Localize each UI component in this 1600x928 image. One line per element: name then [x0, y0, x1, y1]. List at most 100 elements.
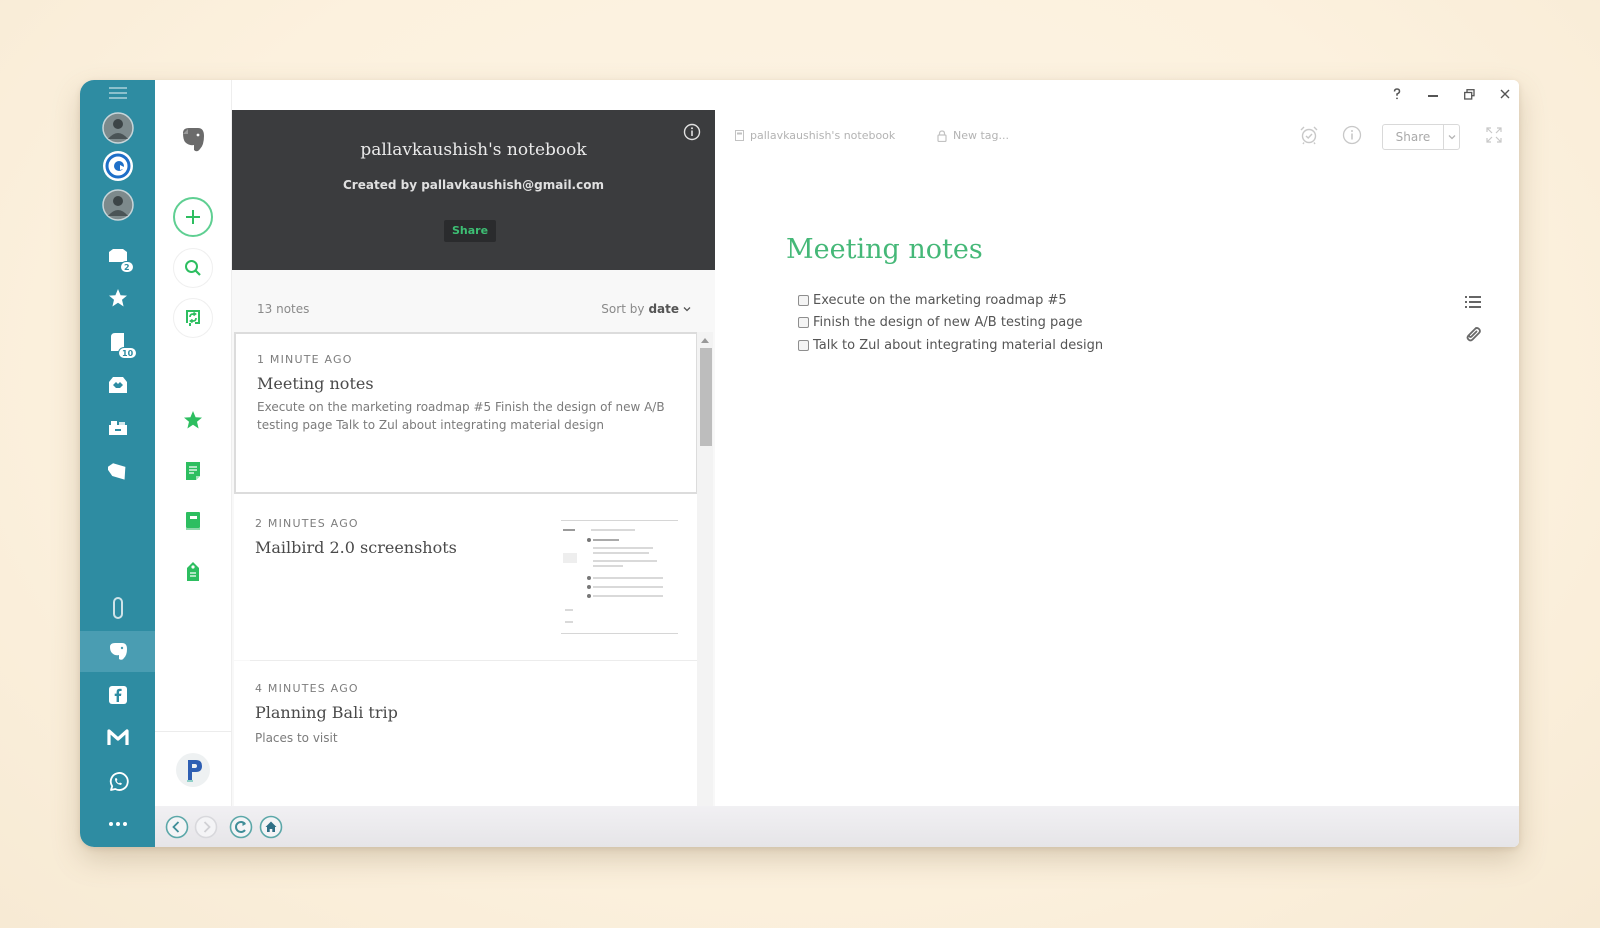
- refresh-icon: [229, 815, 253, 839]
- accounts-sidebar: 2 10: [80, 80, 155, 847]
- sidebar-mailbird-logo[interactable]: [80, 148, 155, 184]
- checkbox[interactable]: [798, 340, 809, 351]
- notes-button[interactable]: [173, 451, 213, 491]
- scroll-up-arrow[interactable]: [701, 338, 709, 343]
- note-time: 1 minute ago: [257, 353, 353, 366]
- sidebar-menu-button[interactable]: [80, 80, 155, 111]
- checklist-item[interactable]: Finish the design of new A/B testing pag…: [798, 315, 1083, 330]
- notebooks-button[interactable]: [173, 501, 213, 541]
- note-time: 2 minutes ago: [255, 517, 359, 530]
- note-list-header: 13 notes Sort by date: [232, 270, 715, 332]
- note-info-button[interactable]: [1342, 125, 1362, 145]
- unread-badge: 2: [120, 261, 134, 273]
- sidebar-item-starred[interactable]: [80, 280, 155, 316]
- more-dots-icon: [108, 822, 127, 826]
- new-tag-input[interactable]: New tag...: [937, 129, 1009, 142]
- sort-dropdown[interactable]: Sort by date: [601, 302, 691, 316]
- attach-file-button[interactable]: [1464, 325, 1482, 343]
- browser-nav-toolbar: [155, 806, 1519, 847]
- notes-icon: [186, 462, 200, 480]
- notes-count: 13 notes: [257, 302, 310, 316]
- chevron-down-icon: [683, 307, 691, 312]
- note-list-scrollbar[interactable]: [697, 332, 713, 806]
- minimize-button[interactable]: [1425, 86, 1441, 102]
- share-options-dropdown[interactable]: [1444, 125, 1459, 149]
- hamburger-icon: [108, 87, 127, 99]
- paperclip-icon: [1466, 327, 1481, 342]
- sidebar-account-1[interactable]: [80, 110, 155, 146]
- sidebar-item-attachments[interactable]: [80, 590, 155, 626]
- reminder-button[interactable]: [1299, 125, 1319, 145]
- notebook-created-by: Created by pallavkaushish@gmail.com: [343, 178, 604, 192]
- notebook-icon: [735, 130, 744, 141]
- archive-icon: [108, 421, 127, 435]
- close-icon: [1500, 89, 1510, 99]
- close-button[interactable]: [1497, 86, 1513, 102]
- help-button[interactable]: [1389, 86, 1405, 102]
- note-title: Planning Bali trip: [255, 703, 398, 722]
- evernote-home-button[interactable]: [173, 120, 213, 160]
- note-list-item[interactable]: 2 minutes ago Mailbird 2.0 screenshots: [234, 494, 698, 660]
- sidebar-item-gmail[interactable]: [80, 720, 155, 756]
- sidebar-more-button[interactable]: [80, 806, 155, 842]
- checkbox[interactable]: [798, 295, 809, 306]
- list-icon: [1465, 296, 1481, 308]
- search-button[interactable]: [173, 248, 213, 288]
- home-icon: [259, 815, 283, 839]
- format-list-button[interactable]: [1464, 293, 1482, 311]
- note-title: Meeting notes: [257, 374, 374, 393]
- sidebar-item-evernote[interactable]: [80, 631, 155, 672]
- inbox-tray-icon: [108, 377, 127, 393]
- note-thumbnail: [561, 520, 678, 634]
- notebook-icon: [186, 512, 200, 530]
- sidebar-item-whatsapp[interactable]: [80, 764, 155, 800]
- sidebar-item-tags[interactable]: [80, 454, 155, 490]
- star-icon: [184, 411, 202, 429]
- home-button[interactable]: [259, 815, 283, 839]
- sync-button[interactable]: [173, 298, 213, 338]
- note-title-field[interactable]: Meeting notes: [786, 234, 983, 265]
- info-icon: [683, 123, 701, 141]
- note-share-button[interactable]: Share: [1382, 124, 1460, 150]
- note-title: Mailbird 2.0 screenshots: [255, 538, 457, 557]
- plus-icon: [186, 210, 200, 224]
- sidebar-account-2[interactable]: [80, 187, 155, 223]
- sidebar-item-drafts[interactable]: 10: [80, 325, 155, 361]
- note-list-item[interactable]: 1 minute ago Meeting notes Execute on th…: [234, 332, 698, 494]
- note-list-item[interactable]: 4 minutes ago Planning Bali trip Places …: [234, 661, 698, 806]
- sidebar-item-facebook[interactable]: [80, 677, 155, 713]
- avatar: [101, 189, 134, 221]
- account-avatar[interactable]: [173, 750, 213, 790]
- mailbird-logo-icon: [102, 151, 133, 181]
- evernote-nav-column: [155, 80, 232, 806]
- note-preview: Execute on the marketing roadmap #5 Fini…: [257, 400, 665, 432]
- breadcrumb-notebook-name: pallavkaushish's notebook: [750, 129, 896, 142]
- restore-icon: [1463, 88, 1475, 100]
- gmail-icon: [106, 729, 129, 745]
- checkbox[interactable]: [798, 317, 809, 328]
- alarm-clock-icon: [1300, 126, 1318, 145]
- new-note-button[interactable]: [173, 197, 213, 237]
- refresh-button[interactable]: [229, 815, 253, 839]
- checklist-item[interactable]: Execute on the marketing roadmap #5: [798, 293, 1067, 308]
- notebook-share-button[interactable]: Share: [444, 220, 496, 242]
- shortcuts-button[interactable]: [173, 400, 213, 440]
- notebook-title: pallavkaushish's notebook: [360, 140, 587, 160]
- sidebar-item-inbox-tray[interactable]: [80, 367, 155, 403]
- facebook-icon: [108, 686, 127, 704]
- minimize-icon: [1428, 95, 1438, 97]
- drafts-badge: 10: [118, 347, 138, 359]
- nav-divider: [155, 731, 232, 732]
- checklist-item[interactable]: Talk to Zul about integrating material d…: [798, 338, 1103, 353]
- sync-icon: [186, 310, 200, 326]
- expand-editor-button[interactable]: [1484, 125, 1504, 145]
- scrollbar-thumb[interactable]: [700, 348, 712, 446]
- checklist-text: Finish the design of new A/B testing pag…: [813, 315, 1083, 330]
- tags-button[interactable]: [173, 552, 213, 592]
- sidebar-item-unified-inbox[interactable]: 2: [80, 239, 155, 275]
- forward-button[interactable]: [194, 815, 218, 839]
- back-button[interactable]: [165, 815, 189, 839]
- sidebar-item-archive[interactable]: [80, 410, 155, 446]
- notebook-breadcrumb[interactable]: pallavkaushish's notebook: [735, 129, 895, 142]
- restore-button[interactable]: [1461, 86, 1477, 102]
